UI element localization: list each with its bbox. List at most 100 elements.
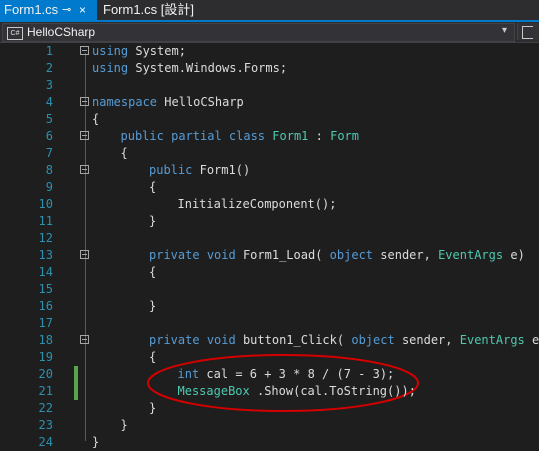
- code-line-5[interactable]: 5{: [0, 111, 539, 128]
- code-token: }: [149, 401, 157, 415]
- code-text: {: [121, 145, 128, 162]
- code-line-7[interactable]: 7{: [0, 145, 539, 162]
- line-number: 3: [45, 78, 53, 92]
- code-token: :: [315, 129, 323, 143]
- keyword-token: object: [351, 333, 395, 347]
- code-token: cal = 6 + 3 * 8 / (7 - 3);: [206, 367, 395, 381]
- code-text: MessageBox .Show(cal.ToString());: [178, 383, 416, 400]
- line-number: 10: [38, 197, 53, 211]
- line-number: 19: [38, 350, 53, 364]
- code-token: e): [532, 333, 539, 347]
- code-text: private void Form1_Load( object sender, …: [149, 247, 525, 264]
- code-text: int cal = 6 + 3 * 8 / (7 - 3);: [178, 366, 395, 383]
- code-line-11[interactable]: 11}: [0, 213, 539, 230]
- code-line-23[interactable]: 23}: [0, 417, 539, 434]
- code-line-6[interactable]: 6 public partial class Form1 : Form: [0, 128, 539, 145]
- collapse-outline-icon[interactable]: [80, 131, 89, 140]
- dropdown-arrow-icon[interactable]: ▾: [502, 25, 507, 36]
- code-line-4[interactable]: 4 namespace HelloCSharp: [0, 94, 539, 111]
- code-token: button1_Click(: [242, 333, 345, 347]
- line-number: 21: [38, 384, 53, 398]
- code-line-24[interactable]: 24}: [0, 434, 539, 451]
- code-text: }: [149, 298, 156, 315]
- line-number: 20: [38, 367, 53, 381]
- tab-form1-cs[interactable]: Form1.cs ⊸ ×: [0, 0, 97, 20]
- collapse-outline-icon[interactable]: [80, 97, 89, 106]
- code-line-19[interactable]: 19 {: [0, 349, 539, 366]
- line-number: 12: [38, 231, 53, 245]
- pin-icon[interactable]: ⊸: [62, 0, 71, 20]
- code-line-12[interactable]: 12: [0, 230, 539, 247]
- code-line-15[interactable]: 15: [0, 281, 539, 298]
- code-line-1[interactable]: 1 using System;: [0, 43, 539, 60]
- code-line-3[interactable]: 3: [0, 77, 539, 94]
- type-dropdown[interactable]: [517, 23, 539, 40]
- keyword-token: void: [206, 333, 236, 347]
- code-token: {: [149, 265, 157, 279]
- document-tab-strip: Form1.cs ⊸ × Form1.cs [設計]: [0, 0, 539, 20]
- code-line-20[interactable]: 20 int cal = 6 + 3 * 8 / (7 - 3);: [0, 366, 539, 383]
- keyword-token: private: [149, 333, 200, 347]
- code-token: Form1(): [199, 163, 251, 177]
- line-number: 8: [45, 163, 53, 177]
- line-number: 22: [38, 401, 53, 415]
- code-line-14[interactable]: 14 {: [0, 264, 539, 281]
- code-text: {: [149, 349, 156, 366]
- code-text: InitializeComponent();: [178, 196, 337, 213]
- collapse-outline-icon[interactable]: [80, 46, 89, 55]
- code-token: .Show(cal.ToString());: [256, 384, 416, 398]
- line-number: 2: [45, 61, 53, 75]
- code-token: System.Windows.Forms;: [135, 61, 288, 75]
- type-token: EventArgs: [459, 333, 525, 347]
- code-text: {: [149, 179, 156, 196]
- keyword-token: using: [92, 61, 129, 75]
- keyword-token: partial: [171, 129, 222, 143]
- code-token: System;: [135, 44, 186, 58]
- tab-form1-cs-design[interactable]: Form1.cs [設計]: [97, 0, 197, 20]
- code-line-10[interactable]: 10 InitializeComponent();: [0, 196, 539, 213]
- project-dropdown[interactable]: C# HelloCSharp ▾: [2, 23, 515, 42]
- collapse-outline-icon[interactable]: [80, 250, 89, 259]
- code-line-8[interactable]: 8 public Form1(): [0, 162, 539, 179]
- code-line-17[interactable]: 17: [0, 315, 539, 332]
- code-text: }: [149, 213, 156, 230]
- code-line-22[interactable]: 22}: [0, 400, 539, 417]
- line-number: 18: [38, 333, 53, 347]
- line-number: 14: [38, 265, 53, 279]
- code-text: public Form1(): [149, 162, 250, 179]
- code-line-2[interactable]: 2 using System.Windows.Forms;: [0, 60, 539, 77]
- line-number: 23: [38, 418, 53, 432]
- code-text: namespace HelloCSharp: [92, 94, 244, 111]
- code-token: HelloCSharp: [164, 95, 244, 109]
- code-token: {: [92, 112, 100, 126]
- code-line-18[interactable]: 18 private void button1_Click( object sen…: [0, 332, 539, 349]
- code-text: using System;: [92, 43, 186, 60]
- code-line-16[interactable]: 16}: [0, 298, 539, 315]
- code-text: }: [149, 400, 156, 417]
- code-text: public partial class Form1 : Form: [121, 128, 360, 145]
- line-number: 4: [45, 95, 53, 109]
- code-token: e): [510, 248, 525, 262]
- code-token: }: [149, 214, 157, 228]
- keyword-token: using: [92, 44, 129, 58]
- code-text: {: [92, 111, 99, 128]
- code-editor[interactable]: 1 using System; 2 using System.Windows.Form…: [0, 43, 539, 450]
- code-line-21[interactable]: 21 MessageBox .Show(cal.ToString());: [0, 383, 539, 400]
- line-number: 17: [38, 316, 53, 330]
- code-line-9[interactable]: 9{: [0, 179, 539, 196]
- line-number: 7: [45, 146, 53, 160]
- code-token: }: [120, 418, 128, 432]
- collapse-outline-icon[interactable]: [80, 335, 89, 344]
- keyword-token: private: [149, 248, 200, 262]
- code-token: }: [92, 435, 100, 449]
- code-line-13[interactable]: 13 private void Form1_Load( object sender…: [0, 247, 539, 264]
- type-token: Form1: [272, 129, 309, 143]
- collapse-outline-icon[interactable]: [80, 165, 89, 174]
- line-number: 15: [38, 282, 53, 296]
- line-number: 5: [45, 112, 53, 126]
- keyword-token: void: [206, 248, 236, 262]
- line-number: 1: [45, 44, 53, 58]
- close-icon[interactable]: ×: [79, 0, 86, 20]
- type-token: Form: [330, 129, 359, 143]
- line-number: 24: [38, 435, 53, 449]
